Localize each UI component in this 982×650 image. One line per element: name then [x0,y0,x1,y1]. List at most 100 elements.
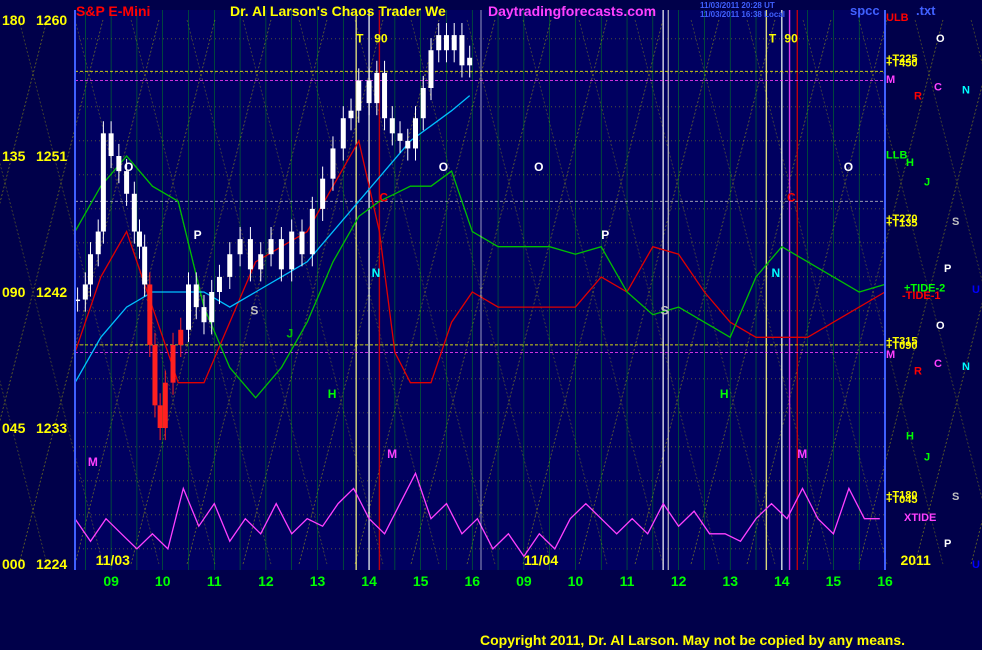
price-bar-body [87,254,93,285]
price-bar-body [216,276,222,292]
file-suffix: .txt [916,3,936,18]
right-label: S [952,491,959,503]
price-bar-body [382,72,388,119]
price-bar-body [82,284,88,300]
y-tick-price: 1224 [36,556,67,572]
y-tick-angle: 000 [2,556,26,572]
right-label: ULB [886,12,909,24]
right-label: O [936,320,945,332]
x-tick-label: 16 [877,573,893,589]
date-label: 2011 [900,552,931,568]
right-label: XTIDE [904,512,936,524]
symbol-title: S&P E-Mini [76,3,150,19]
price-bar-body [366,80,372,104]
y-tick-angle: 090 [2,284,26,300]
annotation-label: J [287,326,294,340]
price-bar-body [157,405,163,428]
chaos-chart: OPSJHT 90CNMOMOPSHNCT 90MO 180 1260135 12510… [0,0,982,650]
right-label: +T045 [886,494,918,506]
price-bar-body [443,35,449,51]
right-label: M [886,349,895,361]
timestamp-local: 11/03/2011 16:38 Local [700,10,785,19]
right-label: R [914,366,922,378]
price-bar-body [147,284,153,345]
price-bar-body [467,57,473,66]
annotation-label: 90 [784,32,798,46]
x-tick-label: 12 [671,573,687,589]
y-tick-angle: 135 [2,148,26,164]
price-bar-body [142,246,148,285]
x-tick-label: 14 [774,573,790,589]
price-bar-body [108,133,114,156]
price-bar-body [397,133,403,141]
annotation-label: O [844,160,853,174]
y-tick-price: 1233 [36,420,67,436]
annotation-label: S [250,304,258,318]
x-tick-label: 11 [620,573,635,589]
price-bar-body [268,239,274,255]
site-link[interactable]: Daytradingforecasts.com [488,3,656,19]
price-bar-body [278,239,284,270]
price-bar-body [436,35,442,51]
price-bar-body [247,239,253,270]
x-tick-label: 15 [413,573,429,589]
right-label: H [906,157,914,169]
x-tick-label: 15 [826,573,842,589]
y-tick-price: 1251 [36,148,67,164]
x-tick-label: 16 [464,573,480,589]
price-bar-body [209,292,215,323]
price-bar-body [136,231,142,247]
right-label: H [906,431,914,443]
price-bar-body [227,254,233,277]
price-bar-body [420,88,426,119]
price-bar-body [330,148,336,179]
price-bar-body [237,239,243,255]
annotation-label: 90 [374,32,388,46]
annotation-label: M [797,447,807,461]
x-tick-label: 13 [722,573,738,589]
price-bar-body [95,231,101,255]
annotation-label: N [771,266,780,280]
right-label: O [936,33,945,45]
annotation-label: O [439,160,448,174]
price-bar-body [124,171,130,194]
copyright: Copyright 2011, Dr. Al Larson. May not b… [480,632,905,648]
right-label: C [934,358,942,370]
date-label: 11/03 [96,552,130,568]
price-bar-body [170,344,176,383]
right-label: J [924,452,930,464]
timestamp-ut: 11/03/2011 20:28 UT [700,1,775,10]
right-label: +T225 [886,53,918,65]
price-bar-body [348,110,354,119]
price-bar-body [389,118,395,134]
right-label: P [944,263,951,275]
y-tick-price: 1242 [36,284,67,300]
right-label: N [962,361,970,373]
x-tick-label: 09 [516,573,532,589]
right-label: C [934,81,942,93]
price-bar-body [186,284,192,330]
x-tick-label: 09 [103,573,119,589]
annotation-label: T [356,32,364,46]
annotation-label: S [661,304,669,318]
price-bar-body [320,178,326,209]
price-bar-body [131,193,137,232]
right-label: N [962,85,970,97]
price-bar-body [413,118,419,149]
annotation-label: P [194,228,202,242]
right-label: R [914,91,922,103]
x-tick-label: 11 [207,573,222,589]
right-label: LLB [886,149,907,161]
annotation-label: M [88,455,98,469]
annotation-label: O [534,160,543,174]
price-bar-body [356,80,362,111]
price-bar-body [162,382,168,428]
annotation-label: N [372,266,381,280]
price-bar-body [451,35,457,51]
price-bar-body [374,72,380,104]
x-tick-label: 13 [310,573,326,589]
annotation-label: C [787,190,796,204]
annotation-label: O [124,160,133,174]
price-bar-body [193,284,199,308]
price-bar-body [178,329,184,345]
